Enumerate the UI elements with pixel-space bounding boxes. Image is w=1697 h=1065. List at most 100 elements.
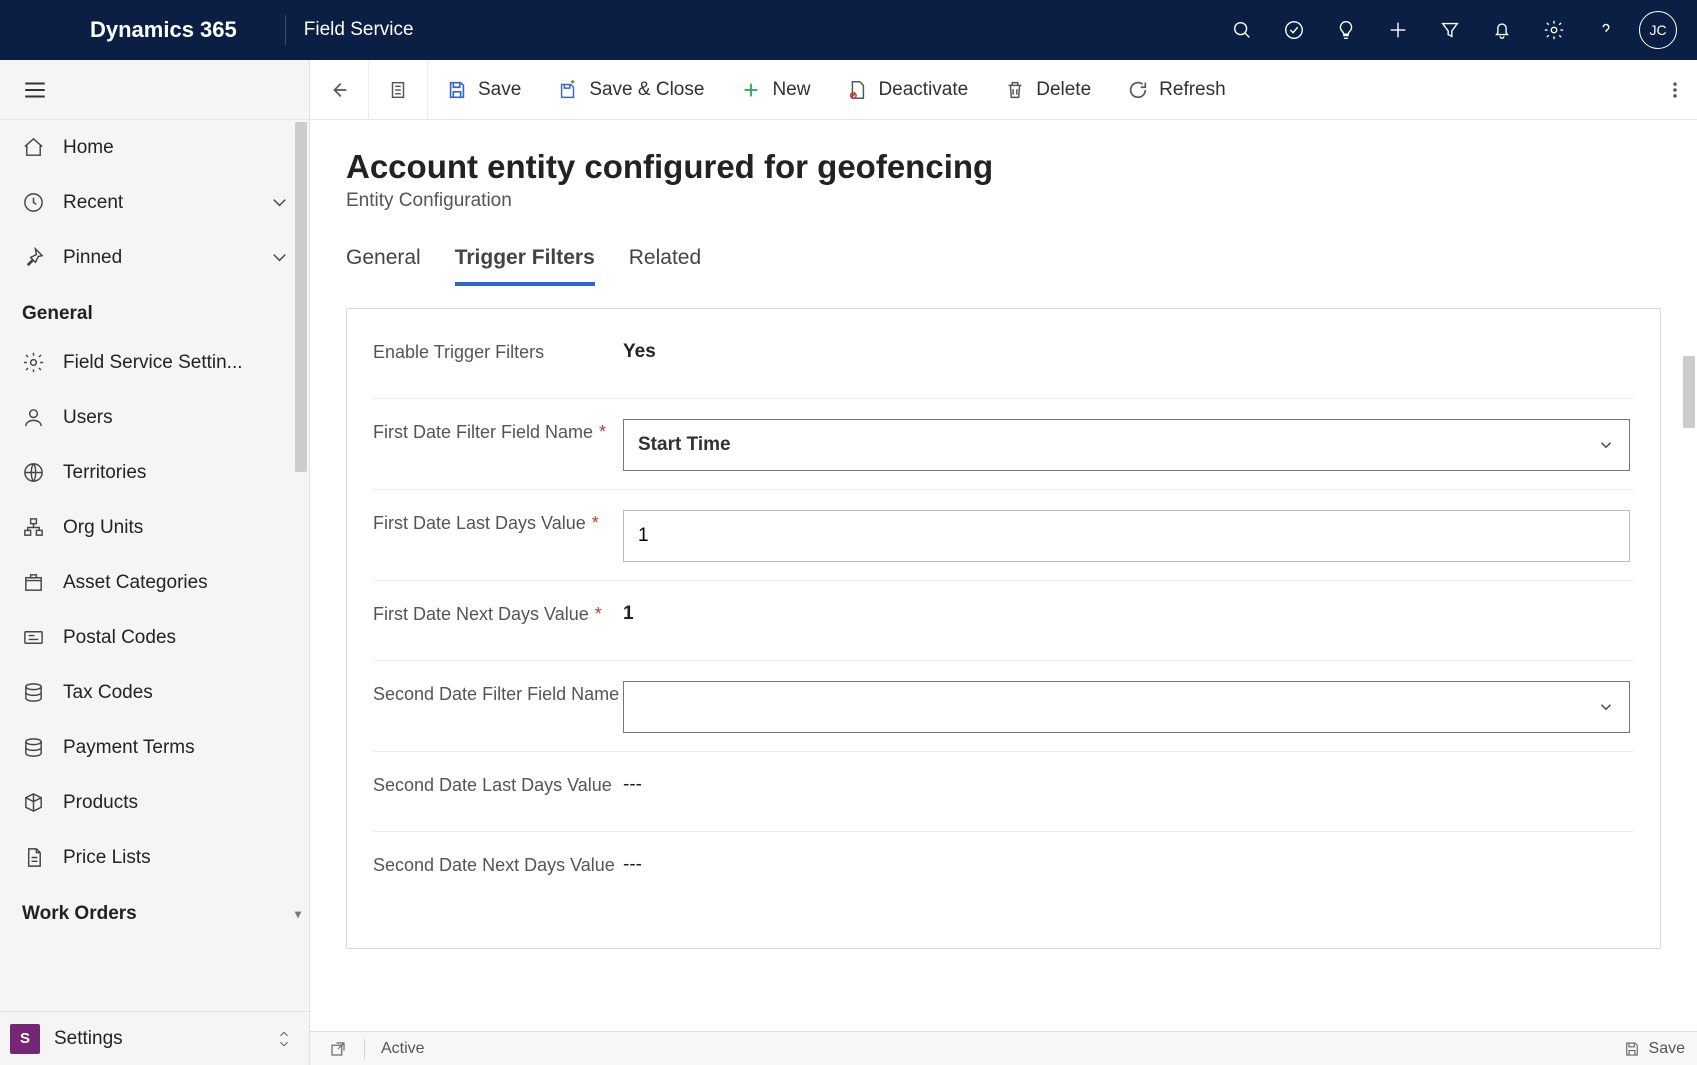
home-icon — [22, 136, 45, 159]
field-value[interactable]: 1 — [623, 601, 1630, 625]
gear-icon[interactable] — [1529, 0, 1579, 60]
section-label: Work Orders — [22, 903, 137, 925]
hamburger-button[interactable] — [0, 60, 309, 120]
module-name[interactable]: Field Service — [304, 19, 414, 41]
field-enable-trigger-filters: Enable Trigger Filters Yes — [373, 319, 1634, 399]
back-button[interactable] — [310, 60, 369, 120]
nav-postal-codes[interactable]: Postal Codes — [0, 610, 309, 665]
popout-icon[interactable] — [322, 1040, 354, 1058]
gear-icon — [22, 351, 45, 374]
field-first-date-filter-field-name: First Date Filter Field Name* Start Time — [373, 399, 1634, 490]
help-icon[interactable] — [1581, 0, 1631, 60]
chevron-down-icon — [1597, 698, 1615, 716]
nav-price-lists[interactable]: Price Lists — [0, 830, 309, 885]
field-value[interactable]: --- — [623, 772, 1630, 796]
nav-users[interactable]: Users — [0, 390, 309, 445]
sidebar-section-general: General — [0, 285, 309, 335]
app-title[interactable]: Dynamics 365 — [20, 17, 267, 43]
first-date-field-select[interactable]: Start Time — [623, 419, 1630, 471]
form-tabs: General Trigger Filters Related — [310, 220, 1697, 286]
deactivate-button[interactable]: Deactivate — [828, 60, 986, 120]
doc-icon — [22, 846, 45, 869]
second-date-field-select[interactable] — [623, 681, 1630, 733]
page-subtitle: Entity Configuration — [346, 190, 1661, 212]
nav-payment-terms[interactable]: Payment Terms — [0, 720, 309, 775]
new-button[interactable]: New — [722, 60, 828, 120]
tab-trigger-filters[interactable]: Trigger Filters — [455, 246, 595, 286]
plus-icon — [740, 79, 762, 101]
delete-button[interactable]: Delete — [986, 60, 1109, 120]
nav-territories[interactable]: Territories — [0, 445, 309, 500]
filter-icon[interactable] — [1425, 0, 1475, 60]
footer-save-button[interactable]: Save — [1623, 1040, 1685, 1058]
field-second-date-filter-field-name: Second Date Filter Field Name — [373, 661, 1634, 752]
sidebar-scrollbar[interactable] — [295, 122, 307, 472]
user-avatar[interactable]: JC — [1639, 11, 1677, 49]
chevron-down-icon — [1597, 436, 1615, 454]
content-scrollbar[interactable] — [1683, 356, 1695, 428]
nav-label: Products — [63, 792, 138, 814]
first-date-last-days-input[interactable] — [623, 510, 1630, 562]
clock-icon — [22, 191, 45, 214]
cmd-label: Save — [478, 79, 521, 101]
save-icon — [1623, 1040, 1641, 1058]
lightbulb-icon[interactable] — [1321, 0, 1371, 60]
bell-icon[interactable] — [1477, 0, 1527, 60]
tab-general[interactable]: General — [346, 246, 421, 286]
global-actions: JC — [1217, 0, 1677, 60]
save-button[interactable]: Save — [428, 60, 539, 120]
open-record-set-button[interactable] — [369, 60, 428, 120]
field-second-date-next-days-value: Second Date Next Days Value --- — [373, 832, 1634, 912]
cmd-label: Deactivate — [878, 79, 968, 101]
field-first-date-next-days-value: First Date Next Days Value* 1 — [373, 581, 1634, 661]
add-icon[interactable] — [1373, 0, 1423, 60]
field-second-date-last-days-value: Second Date Last Days Value --- — [373, 752, 1634, 832]
nav-label: Users — [63, 407, 113, 429]
field-value[interactable]: Yes — [623, 339, 1630, 363]
nav-label: Tax Codes — [63, 682, 153, 704]
field-label: Enable Trigger Filters — [373, 339, 544, 366]
nav-products[interactable]: Products — [0, 775, 309, 830]
field-label: First Date Next Days Value — [373, 601, 589, 628]
globe-icon — [22, 461, 45, 484]
overflow-menu[interactable] — [1653, 80, 1697, 100]
area-switcher[interactable]: S Settings — [0, 1011, 309, 1065]
tab-related[interactable]: Related — [629, 246, 701, 286]
nav-label: Payment Terms — [63, 737, 195, 759]
cmd-label: Save & Close — [589, 79, 704, 101]
area-switch-toggle[interactable] — [277, 1029, 291, 1049]
deactivate-icon — [846, 79, 868, 101]
form-section: Enable Trigger Filters Yes First Date Fi… — [346, 308, 1661, 949]
footer-save-label: Save — [1649, 1040, 1685, 1058]
nav-field-service-settings[interactable]: Field Service Settin... — [0, 335, 309, 390]
save-close-button[interactable]: Save & Close — [539, 60, 722, 120]
sidebar: Home Recent Pinned General Field Service… — [0, 60, 310, 1065]
field-value[interactable]: --- — [623, 852, 1630, 876]
nav-label: Price Lists — [63, 847, 151, 869]
nav-tax-codes[interactable]: Tax Codes — [0, 665, 309, 720]
global-header: Dynamics 365 Field Service JC — [0, 0, 1697, 60]
nav-home[interactable]: Home — [0, 120, 309, 175]
page-title: Account entity configured for geofencing — [346, 148, 1661, 186]
field-label: Second Date Filter Field Name — [373, 681, 619, 708]
nav-asset-categories[interactable]: Asset Categories — [0, 555, 309, 610]
chevron-down-icon[interactable]: ▾ — [295, 907, 309, 921]
nav-pinned[interactable]: Pinned — [0, 230, 309, 285]
nav-recent[interactable]: Recent — [0, 175, 309, 230]
search-icon[interactable] — [1217, 0, 1267, 60]
nav-label: Postal Codes — [63, 627, 176, 649]
nav-label: Pinned — [63, 247, 122, 269]
page-header: Account entity configured for geofencing… — [310, 120, 1697, 220]
org-icon — [22, 516, 45, 539]
cmd-label: Refresh — [1159, 79, 1226, 101]
chevron-down-icon — [268, 191, 291, 214]
nav-org-units[interactable]: Org Units — [0, 500, 309, 555]
task-icon[interactable] — [1269, 0, 1319, 60]
area-label: Settings — [54, 1028, 123, 1050]
refresh-button[interactable]: Refresh — [1109, 60, 1244, 120]
field-label: First Date Filter Field Name — [373, 419, 593, 446]
sidebar-section-work-orders: Work Orders ▾ — [0, 885, 309, 935]
main-content: Save Save & Close New Deactivate Delete … — [310, 60, 1697, 1065]
save-close-icon — [557, 79, 579, 101]
stack-icon — [22, 681, 45, 704]
